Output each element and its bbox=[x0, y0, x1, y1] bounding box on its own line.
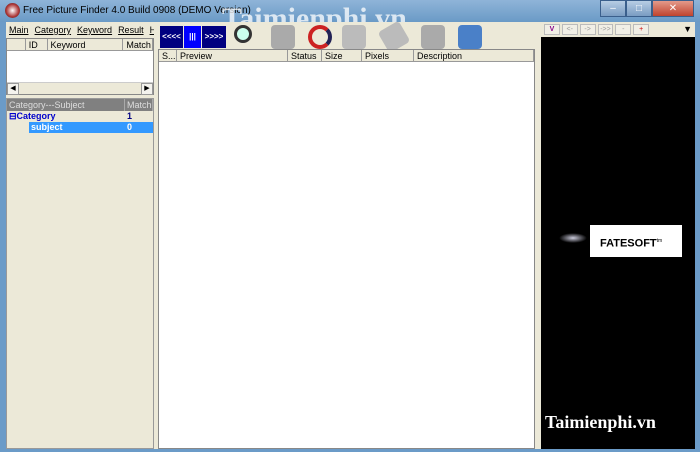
next-button[interactable]: >>>> bbox=[202, 26, 226, 48]
col-select[interactable] bbox=[7, 39, 26, 50]
fast-forward-button[interactable]: ->> bbox=[597, 24, 614, 35]
maximize-button[interactable]: □ bbox=[626, 0, 652, 17]
image-viewer: FATESOFTtm bbox=[541, 37, 695, 449]
zoom-out-button[interactable]: - bbox=[615, 24, 632, 35]
settings-icon[interactable] bbox=[458, 25, 482, 49]
col-description[interactable]: Description bbox=[414, 50, 534, 61]
refresh-icon[interactable] bbox=[308, 25, 332, 49]
minimize-button[interactable]: – bbox=[600, 0, 626, 17]
col-match[interactable]: Match bbox=[125, 99, 153, 111]
app-icon bbox=[5, 3, 20, 18]
col-id[interactable]: ID bbox=[26, 39, 48, 50]
category-tree[interactable]: Category---Subject Match ⊟Category 1 sub… bbox=[6, 98, 154, 449]
keyword-grid[interactable]: ID Keyword Match ◀ ▶ bbox=[6, 38, 154, 95]
results-list[interactable]: S... Preview Status Size Pixels Descript… bbox=[158, 49, 535, 449]
pause-button[interactable]: ||| bbox=[184, 26, 201, 48]
collapse-icon[interactable]: ⊟ bbox=[9, 111, 17, 121]
menu-result[interactable]: Result bbox=[118, 25, 144, 37]
menu-category[interactable]: Category bbox=[35, 25, 72, 37]
col-match[interactable]: Match bbox=[123, 39, 153, 50]
fatesoft-logo: FATESOFTtm bbox=[590, 225, 682, 257]
toolbar: <<<< ||| >>>> bbox=[158, 20, 538, 54]
window-title: Free Picture Finder 4.0 Build 0908 (DEMO… bbox=[23, 5, 251, 16]
view-button[interactable]: V bbox=[544, 24, 560, 35]
dropdown-icon[interactable]: ▼ bbox=[683, 24, 692, 34]
col-s[interactable]: S... bbox=[159, 50, 177, 61]
scroll-left-icon[interactable]: ◀ bbox=[7, 83, 19, 95]
col-size[interactable]: Size bbox=[322, 50, 362, 61]
back-button[interactable]: <- bbox=[561, 24, 578, 35]
tree-row-subject[interactable]: subject 0 bbox=[7, 122, 153, 133]
galaxy-logo-icon bbox=[559, 233, 587, 243]
menu-help[interactable]: He bbox=[150, 25, 154, 37]
menu-main[interactable]: Main bbox=[9, 25, 29, 37]
close-button[interactable]: ✕ bbox=[652, 0, 694, 17]
stop-icon[interactable] bbox=[271, 25, 295, 49]
menu-bar: Main Category Keyword Result He bbox=[6, 25, 154, 37]
search-icon[interactable] bbox=[234, 25, 252, 43]
col-pixels[interactable]: Pixels bbox=[362, 50, 414, 61]
forward-button[interactable]: -> bbox=[579, 24, 596, 35]
menu-keyword[interactable]: Keyword bbox=[77, 25, 112, 37]
tree-row-category[interactable]: ⊟Category 1 bbox=[7, 111, 153, 122]
col-preview[interactable]: Preview bbox=[177, 50, 288, 61]
zoom-in-button[interactable]: + bbox=[633, 24, 650, 35]
watermark-bottom: Taimienphi.vn bbox=[545, 412, 656, 432]
viewer-panel: V <- -> ->> - + ▼ FATESOFTtm bbox=[541, 22, 695, 449]
app-client: Main Category Keyword Result He ID Keywo… bbox=[6, 20, 695, 449]
network-icon[interactable] bbox=[421, 25, 445, 49]
col-category-subject[interactable]: Category---Subject bbox=[7, 99, 125, 111]
scroll-right-icon[interactable]: ▶ bbox=[141, 83, 153, 95]
prev-button[interactable]: <<<< bbox=[160, 26, 183, 48]
col-keyword[interactable]: Keyword bbox=[48, 39, 124, 50]
col-status[interactable]: Status bbox=[288, 50, 322, 61]
horizontal-scrollbar[interactable]: ◀ ▶ bbox=[7, 82, 153, 95]
puzzle-icon[interactable] bbox=[342, 25, 366, 49]
